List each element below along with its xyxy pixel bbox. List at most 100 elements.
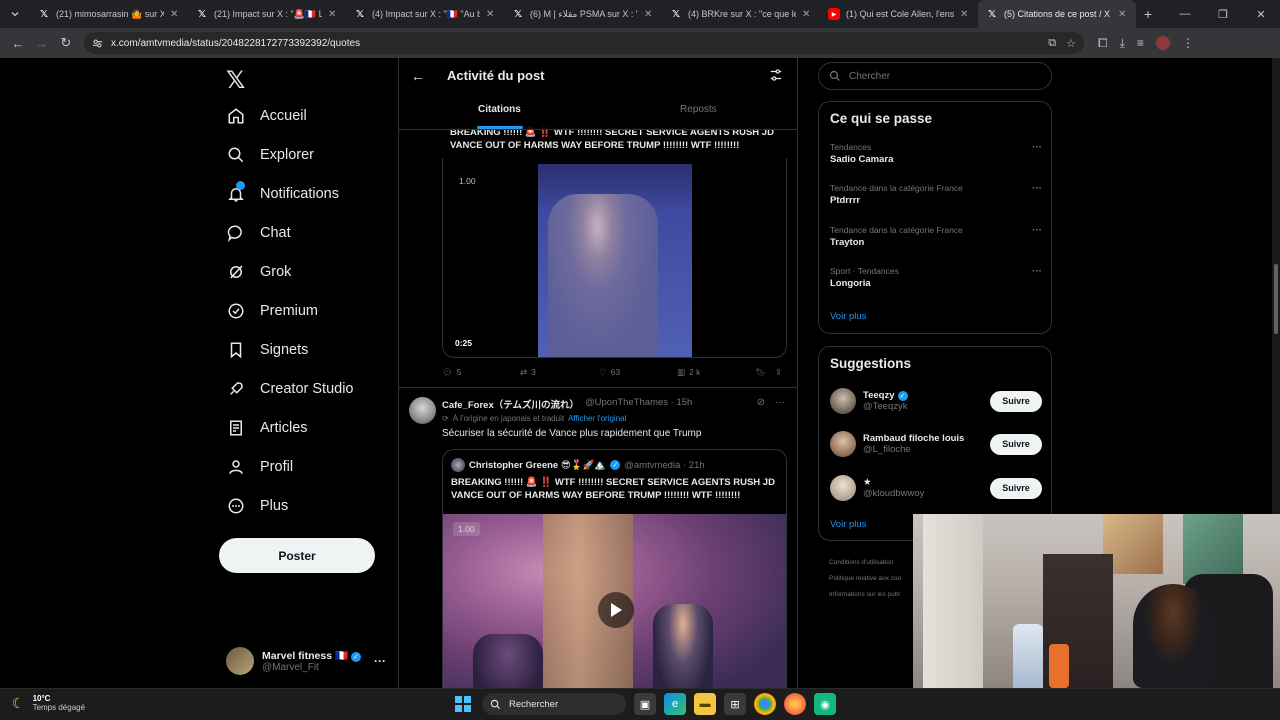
nav-item-articles[interactable]: Articles (226, 413, 308, 443)
footer-link[interactable]: Informations sur les publ (829, 591, 900, 598)
more-dots-icon[interactable]: ··· (1032, 266, 1042, 277)
footer-link[interactable]: Conditions d'utilisation (829, 559, 893, 566)
filter-icon[interactable] (769, 68, 783, 82)
address-bar[interactable]: x.com/amtvmedia/status/20482281727733923… (84, 32, 1084, 54)
media-controls-icon[interactable]: ≡ (1137, 36, 1144, 50)
nav-item-creator-studio[interactable]: Creator Studio (226, 374, 354, 404)
suggestion-item[interactable]: ★ @kloudbwwoy Suivre (830, 473, 1042, 503)
playback-speed[interactable]: 1.00 (459, 176, 476, 186)
reload-icon[interactable]: ↻ (54, 31, 78, 55)
browser-tab[interactable]: 𝕏 (4) Impact sur X : "🇫🇷 "Au bout ✕ (346, 0, 504, 28)
author-name[interactable]: Cafe_Forex（テムズ川の流れ） (442, 397, 579, 411)
taskbar-search[interactable]: Rechercher (482, 693, 626, 715)
browser-tab[interactable]: 𝕏 (21) Impact sur X : "🚨🇫🇷 LE RAS ✕ (188, 0, 346, 28)
account-switcher[interactable]: Marvel fitness 🇫🇷 ✓ @Marvel_Fit ··· (226, 644, 386, 678)
more-dots-icon[interactable]: ··· (1032, 183, 1042, 194)
x-logo-icon[interactable]: 𝕏 (226, 66, 245, 95)
close-icon[interactable]: ✕ (802, 9, 812, 20)
nav-item-signets[interactable]: Signets (226, 335, 308, 365)
footer-link[interactable]: Politique relative aux coo (829, 575, 901, 582)
store-icon[interactable]: ⊞ (724, 693, 746, 715)
post-button[interactable]: Poster (219, 538, 375, 573)
trend-item[interactable]: Tendances Sadio Camara ··· (830, 142, 1042, 165)
close-icon[interactable]: ✕ (328, 9, 338, 20)
browser-profile-avatar[interactable] (1155, 36, 1170, 50)
nav-item-chat[interactable]: Chat (226, 218, 291, 248)
video-player[interactable]: 1.00 0:25 (442, 158, 787, 358)
browser-tab-active[interactable]: 𝕏 (5) Citations de ce post / X ✕ (978, 0, 1136, 28)
grok-icon[interactable]: ⊘ (757, 397, 765, 408)
bookmark-icon[interactable]: 🔖︎ (755, 367, 775, 378)
avatar[interactable] (409, 397, 436, 424)
tab-citations[interactable]: Citations (478, 104, 521, 115)
browser-tab[interactable]: 𝕏 (6) M | مقلاء PSMA sur X : "Mais c ✕ (504, 0, 662, 28)
play-button[interactable] (598, 592, 634, 628)
chrome-browser-icon[interactable] (754, 693, 776, 715)
new-tab-button[interactable]: + (1136, 6, 1160, 22)
views-button[interactable]: ▥ 2 k (677, 367, 755, 378)
weather-widget[interactable]: ☾ 10°C Temps dégagé (12, 694, 85, 712)
file-explorer-icon[interactable]: ▬ (694, 693, 716, 715)
tab-reposts[interactable]: Reposts (680, 104, 717, 115)
more-dots-icon[interactable]: ··· (1032, 142, 1042, 153)
nav-item-explorer[interactable]: Explorer (226, 140, 314, 170)
nav-item-plus[interactable]: Plus (226, 491, 288, 521)
more-dots-icon[interactable]: ··· (1032, 225, 1042, 236)
back-arrow-icon[interactable]: ← (6, 31, 30, 55)
see-more-link[interactable]: Voir plus (830, 311, 866, 322)
reply-button[interactable]: 💬︎ 5 (442, 367, 520, 378)
nav-item-accueil[interactable]: Accueil (226, 101, 307, 131)
nav-item-notifications[interactable]: Notifications (226, 179, 339, 209)
task-view-icon[interactable]: ▣ (634, 693, 656, 715)
forward-arrow-icon[interactable]: → (30, 31, 54, 55)
trend-item[interactable]: Tendance dans la catégorie France Ptdrrr… (830, 183, 1042, 206)
playback-speed[interactable]: 1.00 (453, 522, 480, 536)
suggestion-item[interactable]: Rambaud filoche louis @L_filoche Suivre (830, 429, 1042, 459)
extensions-icon[interactable]: ⧠ (1098, 36, 1108, 51)
follow-button[interactable]: Suivre (990, 433, 1042, 455)
app-icon[interactable]: ◉ (814, 693, 836, 715)
close-icon[interactable]: ✕ (170, 9, 180, 20)
browser-menu-icon[interactable]: ⋮ (1182, 36, 1194, 50)
browser-tab[interactable]: 𝕏 (21) mimosarrasin 🤷 sur X : "C ✕ (30, 0, 188, 28)
close-icon[interactable]: ✕ (1118, 9, 1128, 20)
share-icon[interactable]: ⇪ (775, 367, 787, 378)
tab-search-button[interactable] (0, 0, 30, 28)
search-input[interactable]: Chercher (818, 62, 1052, 90)
suggestion-item[interactable]: Teeqzy ✓ @Teeqzyk Suivre (830, 386, 1042, 416)
browser-tab[interactable]: ▶ (1) Qui est Cole Allen, l'enseign ✕ (820, 0, 978, 28)
close-icon[interactable]: ✕ (960, 9, 970, 20)
install-app-icon[interactable]: ⧉ (1048, 37, 1056, 50)
windows-start-icon[interactable] (452, 693, 474, 715)
video-player[interactable]: 1.00 (443, 514, 786, 688)
close-icon[interactable]: ✕ (644, 9, 654, 20)
repost-button[interactable]: ⇄ 3 (520, 367, 599, 378)
firefox-browser-icon[interactable] (784, 693, 806, 715)
nav-item-premium[interactable]: Premium (226, 296, 318, 326)
close-icon[interactable]: ✕ (486, 9, 496, 20)
more-dots-icon[interactable]: ··· (374, 654, 386, 668)
see-more-link[interactable]: Voir plus (830, 519, 866, 530)
author-handle[interactable]: @UponTheThames · 15h (585, 397, 692, 408)
like-button[interactable]: ♡ 63 (599, 367, 677, 378)
trend-item[interactable]: Tendance dans la catégorie France Trayto… (830, 225, 1042, 248)
download-icon[interactable]: ⤓ (1120, 36, 1125, 51)
url-text[interactable]: x.com/amtvmedia/status/20482281727733923… (111, 38, 360, 49)
maximize-icon[interactable]: ❐ (1204, 8, 1242, 21)
close-window-icon[interactable]: ✕ (1242, 8, 1280, 21)
scrollbar-thumb[interactable] (1274, 264, 1278, 334)
show-original-link[interactable]: Afficher l'original (568, 414, 626, 423)
browser-tab[interactable]: 𝕏 (4) BRKre sur X : "ce que le man ✕ (662, 0, 820, 28)
follow-button[interactable]: Suivre (990, 477, 1042, 499)
more-dots-icon[interactable]: ··· (775, 397, 785, 408)
trend-item[interactable]: Sport · Tendances Longoria ··· (830, 266, 1042, 289)
back-arrow-icon[interactable]: ← (411, 68, 425, 84)
minimize-icon[interactable]: — (1166, 8, 1204, 20)
follow-button[interactable]: Suivre (990, 390, 1042, 412)
quoted-post[interactable]: Christopher Greene 😎🎖️🚀🏔️ ✓ @amtvmedia ·… (442, 449, 787, 688)
nav-item-grok[interactable]: Grok (226, 257, 291, 287)
nav-item-profil[interactable]: Profil (226, 452, 293, 482)
site-info-icon[interactable] (92, 38, 103, 49)
bookmark-star-icon[interactable]: ☆ (1066, 37, 1076, 50)
edge-browser-icon[interactable]: e (664, 693, 686, 715)
